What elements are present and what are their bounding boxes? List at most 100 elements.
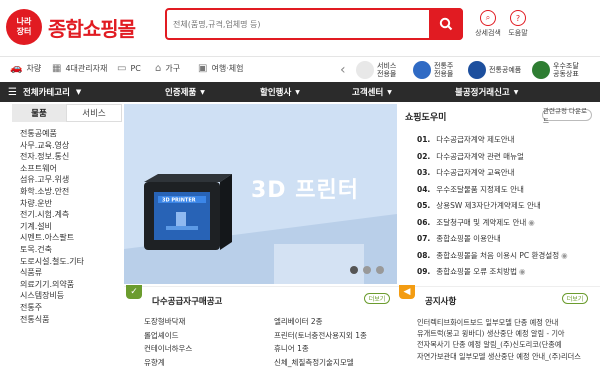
category-item[interactable]: 소프트웨어 (20, 163, 122, 175)
all-categories-button[interactable]: ☰ 전체카테고리 ▼ (0, 82, 124, 102)
category-item[interactable]: 전통식품 (20, 314, 122, 326)
category-label: PC (130, 64, 141, 73)
notice-item[interactable]: 자연가보관대 일부모델 생산중단 예정 안내_(주)리더스 (417, 351, 581, 362)
chevron-down-icon: ▼ (75, 88, 82, 96)
carousel-dot[interactable] (363, 266, 371, 274)
guide-item[interactable]: 06. 조달청구매 및 계약제도 안내 ◉ (417, 215, 568, 232)
category-item[interactable]: 화학.소방.안전 (20, 186, 122, 198)
main-nav: ☰ 전체카테고리 ▼ 인증제품 ▼ 할인행사 ▼ 고객센터 ▼ 불공정거래신고 ▼ (0, 82, 600, 102)
guide-item[interactable]: 01. 다수공급자계약 제도안내 (417, 132, 568, 149)
service-label: 서비스 전용몰 (377, 62, 397, 78)
guide-text: 종합쇼핑몰 이용안내 (436, 234, 501, 243)
search-button[interactable] (429, 8, 463, 40)
category-item[interactable]: 전자.정보.통신 (20, 151, 122, 163)
category-item[interactable]: 전통주 (20, 302, 122, 314)
guide-num: 05. (417, 201, 431, 210)
category-materials[interactable]: ▦ 4대관리자재 (52, 63, 107, 74)
guide-item[interactable]: 05. 상용SW 제3자단가계약제도 안내 (417, 198, 568, 215)
guide-text: 다수공급자계약 제도안내 (436, 135, 515, 144)
guide-item[interactable]: 04. 우수조달물품 지정제도 안내 (417, 182, 568, 199)
category-item[interactable]: 사무.교육.영상 (20, 140, 122, 152)
nav-label: 불공정거래신고 (455, 88, 510, 98)
site-logo[interactable]: 나라 장터 종합쇼핑몰 (6, 9, 136, 45)
mas-list: 도장형바닥재 엘리베이터 2종 롤업셰이드 프린터(토너충전사용지외 1종 컨테… (144, 317, 394, 368)
cd-icon: ◉ (561, 250, 568, 260)
detail-search-button[interactable]: ⌕ 상세검색 (475, 10, 501, 38)
notice-section: ◀ 공지사항 더보기 인터렉티브화이트보드 일부모델 단종 예정 안내 유개트럭… (397, 285, 600, 378)
prev-arrow[interactable]: ‹ (340, 57, 346, 83)
category-item[interactable]: 도로시설.철도.기타 (20, 256, 122, 268)
help-button[interactable]: ? 도움말 (505, 10, 531, 38)
category-item[interactable]: 의료기기.의약품 (20, 279, 122, 291)
nav-report[interactable]: 불공정거래신고 ▼ (455, 82, 518, 102)
notice-item[interactable]: 유개트럭(봉고 윙바디) 생산중단 예정 알림 - 기아 (417, 328, 581, 339)
download-rules-button[interactable]: 관련규정 다운로드 (542, 107, 592, 125)
mas-item[interactable]: 휴니어 1종 (274, 344, 394, 355)
mas-item[interactable]: 컨테이너하우스 (144, 344, 274, 355)
craft-mall[interactable]: 전통공예품 (468, 57, 521, 83)
guide-text: 다수공급자계약 교육안내 (436, 168, 515, 177)
cd-icon: ◉ (518, 267, 526, 276)
category-item[interactable]: 시멘트.아스팔트 (20, 232, 122, 244)
mas-item[interactable]: 엘리베이터 2종 (274, 317, 394, 328)
checklist-icon: ✓ (126, 285, 142, 299)
notice-item[interactable]: 인터렉티브화이트보드 일부모델 단종 예정 안내 (417, 317, 581, 328)
category-label: 여행·체험 (211, 64, 244, 73)
guide-item[interactable]: 08. 종합쇼핑몰을 처음 이용시 PC 환경설정 ◉ (417, 248, 568, 265)
service-label: 전통주 전용몰 (434, 62, 454, 78)
category-item[interactable]: 전기.시험.계측 (20, 209, 122, 221)
service-mall[interactable]: 서비스 전용몰 (356, 57, 396, 83)
mas-item[interactable]: 유향계 (144, 358, 274, 369)
chevron-down-icon: ▼ (513, 88, 519, 96)
guide-text: 상용SW 제3자단가계약제도 안내 (436, 201, 541, 210)
logo-badge-top: 나라 (16, 17, 32, 26)
notice-title: 공지사항 (425, 297, 457, 307)
category-item[interactable]: 시스템장비등 (20, 290, 122, 302)
category-item[interactable]: 토목.건축 (20, 244, 122, 256)
header: 나라 장터 종합쇼핑몰 ⌕ 상세검색 ? 도움말 (0, 0, 600, 52)
all-categories-label: 전체카테고리 (22, 88, 70, 98)
carousel-dot[interactable] (350, 266, 358, 274)
nav-certified[interactable]: 인증제품 ▼ (165, 82, 205, 102)
mas-item[interactable]: 도장형바닥재 (144, 317, 274, 328)
search-input[interactable] (173, 14, 423, 34)
quick-category-row: 🚗 차량 ▦ 4대관리자재 ▭ PC ⌂ 가구 ▣ 여행·체험 ‹ 서비스 전용몰 전통주… (0, 56, 600, 82)
mas-item[interactable]: 프린터(토너충전사용지외 1종 (274, 331, 394, 342)
category-item[interactable]: 기계.설비 (20, 221, 122, 233)
mas-item[interactable]: 신체_체질측정기술지모델 (274, 358, 394, 369)
guide-item[interactable]: 07. 종합쇼핑몰 이용안내 (417, 231, 568, 248)
category-item[interactable]: 식품류 (20, 267, 122, 279)
mas-more-button[interactable]: 더보기 (364, 293, 390, 304)
guide-title: 쇼핑도우미 (405, 113, 447, 123)
liquor-mall-icon (413, 61, 431, 79)
mas-item[interactable]: 롤업셰이드 (144, 331, 274, 342)
category-furniture[interactable]: ⌂ 가구 (155, 63, 180, 74)
promo-banner[interactable]: 3D PRINTER 3D 프린터 (124, 104, 397, 284)
tab-services[interactable]: 서비스 (66, 104, 122, 122)
guide-num: 06. (417, 217, 431, 227)
cd-icon: ◉ (528, 217, 535, 227)
guide-item[interactable]: 09. 종합쇼핑몰 오류 조치방법 ◉ (417, 264, 568, 281)
category-car[interactable]: 🚗 차량 (10, 63, 41, 74)
nav-customer[interactable]: 고객센터 ▼ (352, 82, 392, 102)
category-tabs: 물품 서비스 (12, 104, 122, 122)
help-icon: ? (510, 10, 526, 26)
category-item[interactable]: 차량.운반 (20, 198, 122, 210)
category-item[interactable]: 섬유.고무.위생 (20, 174, 122, 186)
notice-more-button[interactable]: 더보기 (562, 293, 588, 304)
banner-title: 3D 프린터 (251, 178, 359, 203)
category-pc[interactable]: ▭ PC (117, 63, 141, 74)
brand-mall[interactable]: 우수조달 공동상표 (532, 57, 579, 83)
guide-num: 08. (417, 250, 431, 260)
category-label: 4대관리자재 (65, 64, 108, 73)
shopping-guide: 쇼핑도우미 관련규정 다운로드 01. 다수공급자계약 제도안내 02. 다수공급자… (397, 104, 600, 284)
category-item[interactable]: 전통공예품 (20, 128, 122, 140)
nav-discount[interactable]: 할인행사 ▼ (260, 82, 300, 102)
guide-item[interactable]: 02. 다수공급자계약 관련 매뉴얼 (417, 149, 568, 166)
tab-goods[interactable]: 물품 (12, 104, 66, 122)
category-travel[interactable]: ▣ 여행·체험 (198, 63, 243, 74)
guide-item[interactable]: 03. 다수공급자계약 교육안내 (417, 165, 568, 182)
carousel-dot[interactable] (376, 266, 384, 274)
notice-item[interactable]: 전자복사기 단종 예정 알림_(주)신도리코(단종예 (417, 339, 581, 350)
liquor-mall[interactable]: 전통주 전용몰 (413, 57, 453, 83)
